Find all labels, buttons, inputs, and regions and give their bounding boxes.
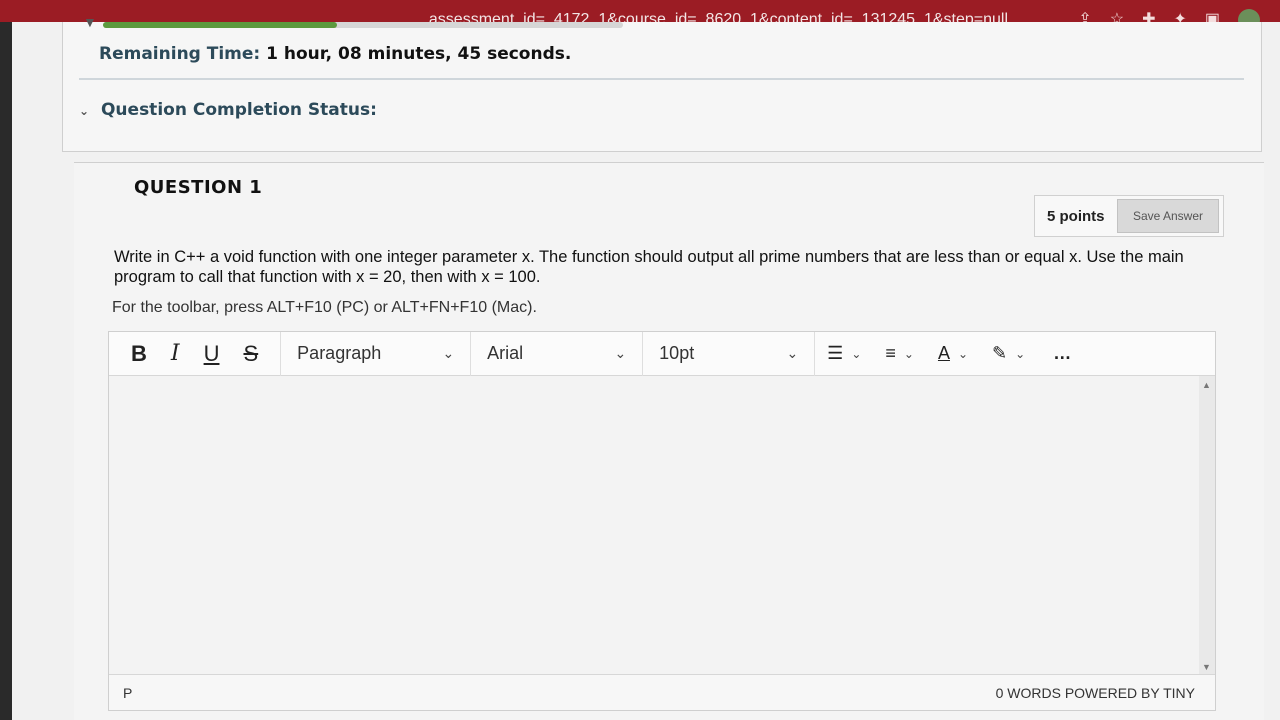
remaining-time-value: 1 hour, 08 minutes, 45 seconds. (266, 44, 572, 64)
font-family-select[interactable]: Arial ⌄ (471, 331, 644, 376)
timer-panel: ▼ Remaining Time: 1 hour, 08 minutes, 45… (62, 14, 1262, 152)
text-color-icon: A (937, 343, 950, 363)
powered-by-label[interactable]: POWERED BY TINY (1065, 685, 1195, 701)
numbered-list-button[interactable]: ≡ ⌄ (873, 332, 926, 376)
element-path[interactable]: P (123, 685, 132, 701)
scroll-up-icon[interactable]: ▲ (1202, 380, 1211, 390)
editor-scrollbar[interactable]: ▲ ▼ (1199, 376, 1215, 676)
chevron-down-icon: ⌄ (614, 345, 627, 361)
text-color-button[interactable]: A ⌄ (926, 332, 980, 376)
chevron-down-icon: ⌄ (957, 346, 969, 361)
more-options-button[interactable]: … (1037, 343, 1087, 364)
word-count: 0 WORDS POWERED BY TINY (996, 685, 1195, 701)
editor-toolbar: B I U S Paragraph ⌄ Arial ⌄ 10pt ⌄ ☰ ⌄ ≡… (109, 331, 1215, 376)
remaining-time-label: Remaining Time: (99, 44, 261, 64)
chevron-down-icon: ⌄ (903, 346, 914, 361)
divider (79, 78, 1244, 80)
question-title: QUESTION 1 (134, 177, 263, 198)
toolbar-hint: For the toolbar, press ALT+F10 (PC) or A… (112, 299, 537, 316)
underline-button[interactable]: U (204, 341, 220, 367)
assessment-page: ▼ Remaining Time: 1 hour, 08 minutes, 45… (0, 14, 1280, 720)
question-text: Write in C++ a void function with one in… (114, 248, 1184, 286)
highlight-color-button[interactable]: ✎ ⌄ (980, 332, 1037, 376)
italic-button[interactable]: I (171, 341, 180, 366)
rich-text-editor: B I U S Paragraph ⌄ Arial ⌄ 10pt ⌄ ☰ ⌄ ≡… (108, 331, 1216, 711)
font-family-value: Arial (487, 343, 524, 363)
save-answer-button[interactable]: Save Answer (1117, 199, 1219, 233)
block-format-value: Paragraph (297, 343, 382, 363)
points-label: 5 points (1047, 207, 1105, 225)
completion-status-label: Question Completion Status: (100, 100, 377, 120)
chevron-down-icon: ⌄ (786, 345, 799, 361)
font-size-select[interactable]: 10pt ⌄ (643, 331, 816, 376)
word-count-label[interactable]: 0 WORDS (996, 685, 1061, 701)
bold-button[interactable]: B (131, 341, 147, 367)
chevron-down-icon: ⌄ (1015, 346, 1026, 361)
editor-text-area[interactable] (109, 376, 1199, 676)
chevron-down-icon: ⌄ (442, 345, 455, 361)
points-box: 5 points Save Answer (1034, 195, 1224, 237)
time-progress-bar (103, 22, 623, 28)
highlighter-icon: ✎ (992, 343, 1008, 363)
block-format-select[interactable]: Paragraph ⌄ (281, 331, 472, 376)
bullet-list-button[interactable]: ☰ ⌄ (815, 332, 873, 376)
font-size-value: 10pt (659, 343, 695, 363)
chevron-down-icon: ⌄ (851, 346, 862, 361)
editor-statusbar: P 0 WORDS POWERED BY TINY (109, 674, 1215, 710)
chevron-down-icon: ⌄ (79, 104, 90, 118)
numbered-list-icon: ≡ (885, 343, 896, 363)
question-completion-status[interactable]: ⌄ Question Completion Status: (79, 100, 377, 120)
scroll-down-icon[interactable]: ▼ (1202, 662, 1211, 672)
bullet-list-icon: ☰ (827, 343, 844, 363)
question-panel: QUESTION 1 5 points Save Answer Write in… (74, 162, 1264, 720)
screen-bezel (0, 22, 12, 720)
strikethrough-button[interactable]: S (243, 341, 258, 367)
collapse-caret-icon[interactable]: ▼ (83, 14, 97, 30)
format-group: B I U S (109, 331, 282, 376)
remaining-time: Remaining Time: 1 hour, 08 minutes, 45 s… (99, 44, 571, 64)
time-progress-fill (103, 22, 337, 28)
